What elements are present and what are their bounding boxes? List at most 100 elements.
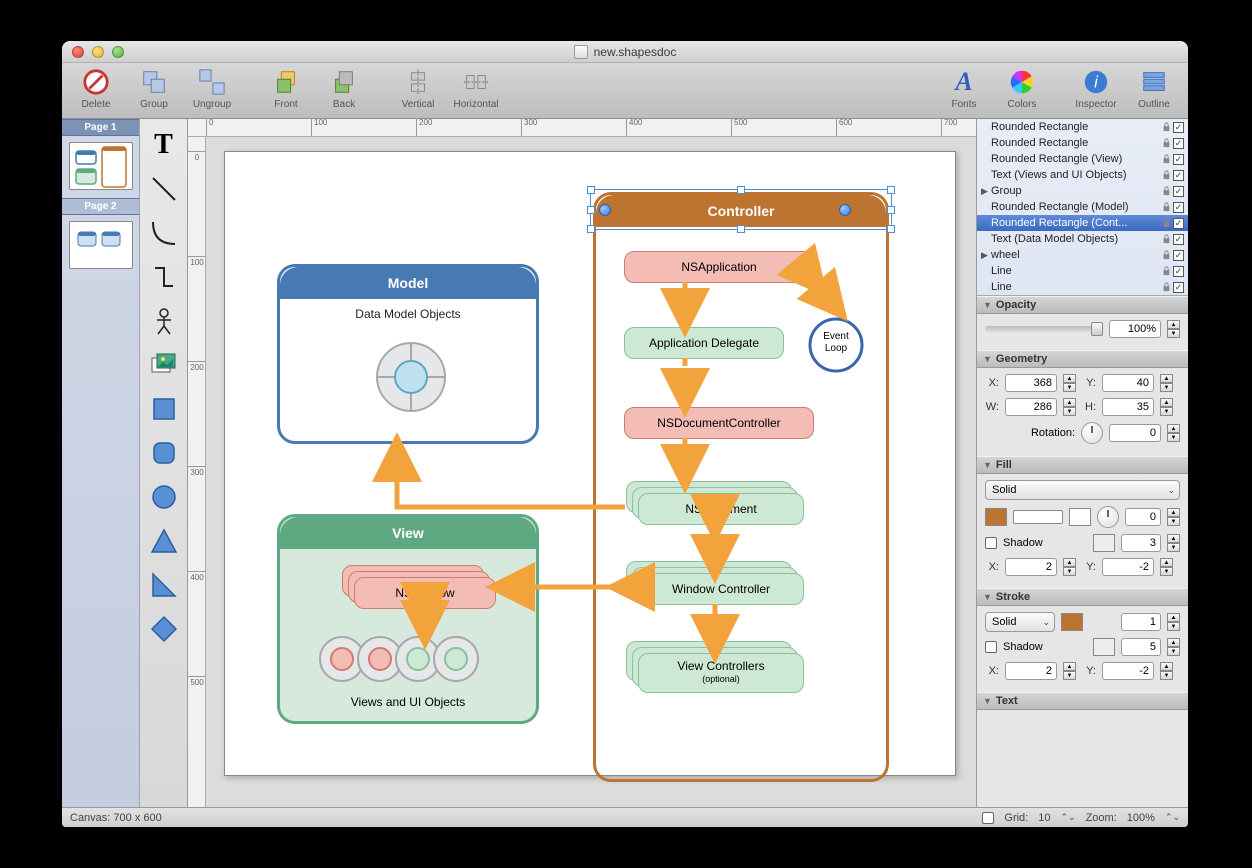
canvas-page[interactable]: Model Data Model Objects View — [224, 151, 956, 776]
geometry-header[interactable]: ▼Geometry — [977, 350, 1188, 368]
outline-row[interactable]: Rounded Rectangle (View)✓ — [977, 151, 1188, 167]
nswindow-box[interactable]: NSWindow — [354, 577, 496, 609]
stroke-shadow-color[interactable] — [1093, 638, 1115, 656]
delete-button[interactable]: Delete — [72, 67, 120, 110]
diamond-tool[interactable] — [144, 609, 184, 649]
fill-angle-field[interactable] — [1125, 508, 1161, 526]
right-triangle-tool[interactable] — [144, 565, 184, 605]
stroke-shadow-y[interactable] — [1102, 662, 1154, 680]
view-controllers-box[interactable]: View Controllers (optional) — [638, 653, 804, 693]
inspector-panel: Rounded Rectangle✓Rounded Rectangle✓Roun… — [976, 119, 1188, 807]
main-content: Page 1 Page 2 T — [62, 119, 1188, 807]
stroke-shadow-checkbox[interactable] — [985, 641, 997, 653]
controller-panel[interactable]: Controller NSApplication Application Del… — [593, 192, 889, 782]
titlebar[interactable]: new.shapesdoc — [62, 41, 1188, 63]
h-field[interactable] — [1102, 398, 1154, 416]
close-button[interactable] — [72, 46, 84, 58]
page-1-header[interactable]: Page 1 — [62, 119, 139, 136]
outline-row[interactable]: Rounded Rectangle✓ — [977, 119, 1188, 135]
ungroup-button[interactable]: Ungroup — [188, 67, 236, 110]
line-tool[interactable] — [144, 169, 184, 209]
stroke-width-field[interactable] — [1121, 613, 1161, 631]
rotation-field[interactable] — [1109, 424, 1161, 442]
nsapplication-box[interactable]: NSApplication — [624, 251, 814, 283]
fill-color2-swatch[interactable] — [1069, 508, 1091, 526]
outline-row[interactable]: Text (Data Model Objects)✓ — [977, 231, 1188, 247]
stroke-color-swatch[interactable] — [1061, 613, 1083, 631]
fill-shadow-blur[interactable] — [1121, 534, 1161, 552]
triangle-tool[interactable] — [144, 521, 184, 561]
fill-header[interactable]: ▼Fill — [977, 456, 1188, 474]
canvas-area: 0 100 200 300 400 500 600 700 0 100 200 … — [188, 119, 976, 807]
rotation-dial[interactable] — [1081, 422, 1103, 444]
page-2-thumbnail[interactable] — [69, 221, 133, 269]
opacity-header[interactable]: ▼Opacity — [977, 296, 1188, 314]
outline-row[interactable]: Rounded Rectangle (Model)✓ — [977, 199, 1188, 215]
inspector-button[interactable]: i Inspector — [1072, 67, 1120, 110]
outline-button[interactable]: Outline — [1130, 67, 1178, 110]
outline-list[interactable]: Rounded Rectangle✓Rounded Rectangle✓Roun… — [977, 119, 1188, 296]
outline-row[interactable]: ▶Group✓ — [977, 183, 1188, 199]
y-field[interactable] — [1102, 374, 1154, 392]
bring-front-icon — [269, 67, 303, 97]
stroke-style-popup[interactable]: Solid — [985, 612, 1055, 632]
controller-title: Controller — [596, 195, 886, 227]
fill-angle-dial[interactable] — [1097, 506, 1119, 528]
opacity-slider[interactable] — [985, 326, 1103, 332]
fill-shadow-x[interactable] — [1005, 558, 1057, 576]
window-controller-box[interactable]: Window Controller — [638, 573, 804, 605]
nsdocumentcontroller-box[interactable]: NSDocumentController — [624, 407, 814, 439]
zoom-value[interactable]: 100% — [1127, 812, 1155, 824]
outline-row[interactable]: Text (Views and UI Objects)✓ — [977, 167, 1188, 183]
grid-checkbox[interactable] — [982, 812, 994, 824]
outline-row[interactable]: Rounded Rectangle✓ — [977, 135, 1188, 151]
vertical-ruler: 0 100 200 300 400 500 — [188, 137, 206, 807]
page-2-header[interactable]: Page 2 — [62, 198, 139, 215]
rectangle-tool[interactable] — [144, 389, 184, 429]
w-field[interactable] — [1005, 398, 1057, 416]
image-tool[interactable] — [144, 345, 184, 385]
fill-shadow-y[interactable] — [1102, 558, 1154, 576]
x-field[interactable] — [1005, 374, 1057, 392]
nsdocument-box[interactable]: NSDocument — [638, 493, 804, 525]
outline-row[interactable]: Line✓ — [977, 279, 1188, 295]
window-title: new.shapesdoc — [594, 45, 677, 59]
views-rings[interactable] — [316, 629, 506, 689]
stroke-shadow-blur[interactable] — [1121, 638, 1161, 656]
back-button[interactable]: Back — [320, 67, 368, 110]
curve-tool[interactable] — [144, 213, 184, 253]
actor-tool[interactable] — [144, 301, 184, 341]
opacity-stepper[interactable]: ▲▼ — [1167, 320, 1180, 338]
view-panel[interactable]: View NSWindow Views and UI Ob — [277, 514, 539, 724]
group-button[interactable]: Group — [130, 67, 178, 110]
align-horizontal-button[interactable]: Horizontal — [452, 67, 500, 110]
app-delegate-box[interactable]: Application Delegate — [624, 327, 784, 359]
stroke-shadow-x[interactable] — [1005, 662, 1057, 680]
outline-row[interactable]: Rounded Rectangle (Cont...✓ — [977, 215, 1188, 231]
fill-shadow-color[interactable] — [1093, 534, 1115, 552]
zoom-button[interactable] — [112, 46, 124, 58]
stroke-header[interactable]: ▼Stroke — [977, 588, 1188, 606]
fonts-button[interactable]: A Fonts — [940, 67, 988, 110]
fill-shadow-checkbox[interactable] — [985, 537, 997, 549]
fill-gradient-bar[interactable] — [1013, 510, 1063, 524]
align-vertical-button[interactable]: Vertical — [394, 67, 442, 110]
fill-style-popup[interactable]: Solid — [985, 480, 1180, 500]
circle-tool[interactable] — [144, 477, 184, 517]
canvas-viewport[interactable]: Model Data Model Objects View — [206, 137, 976, 807]
opacity-field[interactable] — [1109, 320, 1161, 338]
wheel-icon[interactable] — [371, 337, 451, 417]
rounded-rectangle-tool[interactable] — [144, 433, 184, 473]
minimize-button[interactable] — [92, 46, 104, 58]
fill-color-swatch[interactable] — [985, 508, 1007, 526]
outline-row[interactable]: ▶wheel✓ — [977, 247, 1188, 263]
text-tool[interactable]: T — [144, 125, 184, 165]
grid-value[interactable]: 10 — [1038, 812, 1050, 824]
orthogonal-line-tool[interactable] — [144, 257, 184, 297]
model-panel[interactable]: Model Data Model Objects — [277, 264, 539, 444]
page-1-thumbnail[interactable] — [69, 142, 133, 190]
front-button[interactable]: Front — [262, 67, 310, 110]
outline-row[interactable]: Line✓ — [977, 263, 1188, 279]
colors-button[interactable]: Colors — [998, 67, 1046, 110]
text-header[interactable]: ▼Text — [977, 692, 1188, 710]
